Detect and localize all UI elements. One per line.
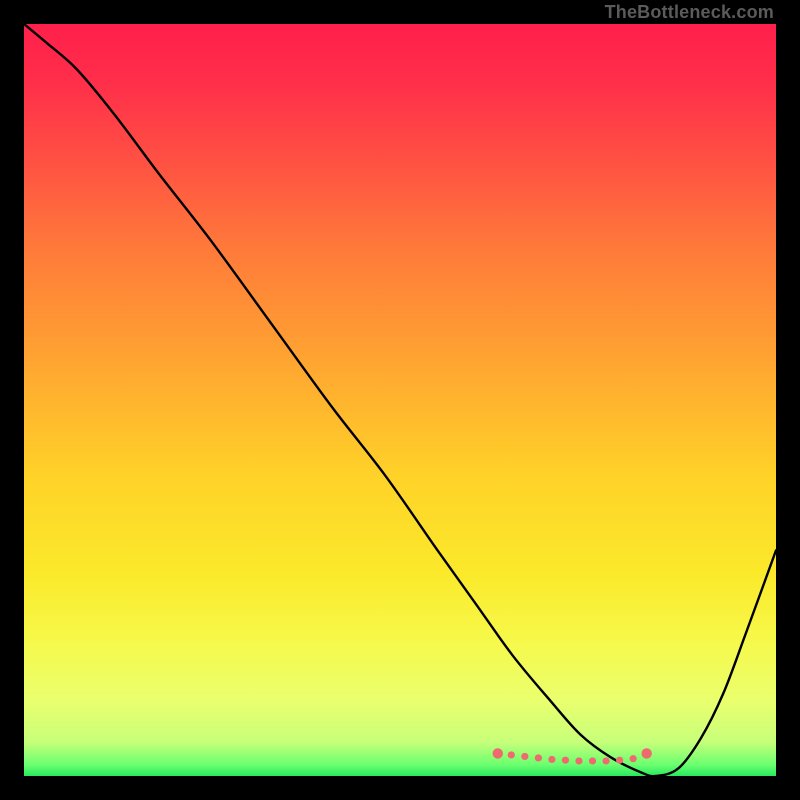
watermark-text: TheBottleneck.com — [605, 2, 774, 23]
marker-dot — [602, 757, 609, 764]
marker-dot — [521, 753, 528, 760]
bottleneck-curve — [24, 24, 776, 776]
curve-layer — [24, 24, 776, 776]
marker-dot — [508, 751, 515, 758]
marker-dot — [630, 755, 637, 762]
marker-band — [493, 748, 652, 764]
chart-container: TheBottleneck.com — [0, 0, 800, 800]
marker-dot — [589, 757, 596, 764]
marker-dot — [616, 757, 623, 764]
marker-dot — [562, 757, 569, 764]
marker-dot — [535, 754, 542, 761]
marker-dot — [493, 748, 503, 758]
marker-dot — [548, 756, 555, 763]
marker-dot — [641, 748, 651, 758]
marker-dot — [575, 757, 582, 764]
plot-area — [24, 24, 776, 776]
